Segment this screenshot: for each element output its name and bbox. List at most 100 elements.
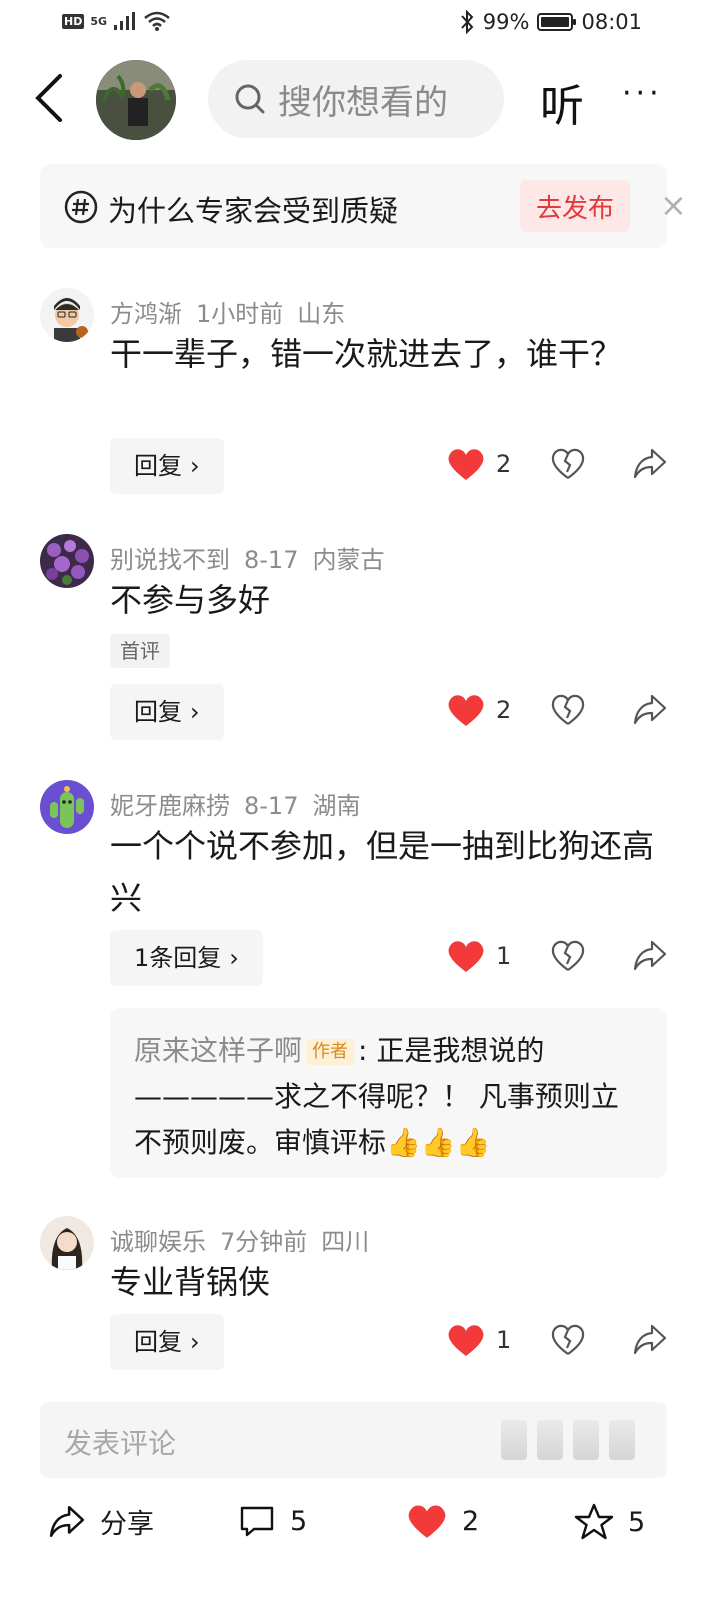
comment-text: 干一辈子，错一次就进去了，谁干？ bbox=[110, 335, 623, 373]
comment-location: 湖南 bbox=[312, 792, 361, 820]
nested-reply[interactable]: 原来这样子啊 作者: 正是我想说的—————求之不得呢？！ 凡事预则立不预则废。审… bbox=[110, 1008, 667, 1178]
commenter-avatar[interactable] bbox=[40, 1216, 94, 1270]
avatar-image bbox=[40, 534, 94, 588]
chevron-right-icon: › bbox=[190, 452, 200, 480]
share-icon[interactable] bbox=[632, 692, 668, 728]
search-bar[interactable]: 搜你想看的 bbox=[208, 60, 504, 138]
emoji-icon[interactable] bbox=[573, 1420, 599, 1460]
emoji-icon[interactable] bbox=[501, 1420, 527, 1460]
back-button[interactable] bbox=[28, 72, 72, 124]
heart-icon bbox=[448, 941, 484, 972]
chevron-right-icon: › bbox=[229, 944, 239, 972]
chevron-right-icon: › bbox=[190, 1328, 200, 1356]
listen-button[interactable]: 听 bbox=[540, 70, 584, 134]
heart-icon bbox=[408, 1505, 446, 1538]
share-label: 分享 bbox=[100, 1509, 154, 1540]
reply-label: 1条回复 bbox=[134, 944, 222, 972]
reply-label: 回复 bbox=[134, 452, 182, 480]
first-comment-badge: 首评 bbox=[110, 634, 170, 668]
favorite-count: 5 bbox=[628, 1506, 646, 1538]
avatar-image bbox=[40, 780, 94, 834]
reply-label: 回复 bbox=[134, 698, 182, 726]
emoji-icon[interactable] bbox=[537, 1420, 563, 1460]
reply-author[interactable]: 原来这样子啊 bbox=[134, 1034, 302, 1067]
battery-icon bbox=[537, 13, 577, 31]
share-icon[interactable] bbox=[632, 446, 668, 482]
commenter-avatar[interactable] bbox=[40, 534, 94, 588]
avatar-image bbox=[96, 60, 176, 140]
share-icon[interactable] bbox=[632, 1322, 668, 1358]
comments-button[interactable]: 5 bbox=[238, 1502, 307, 1540]
hashtag-icon bbox=[64, 190, 98, 224]
commenter-avatar[interactable] bbox=[40, 288, 94, 342]
comment-meta: 方鸿渐 1小时前 山东 bbox=[110, 294, 359, 329]
comment-text: 不参与多好 bbox=[110, 581, 271, 619]
emoji-shortcuts[interactable] bbox=[501, 1420, 635, 1460]
reply-button[interactable]: 回复 › bbox=[110, 684, 224, 740]
comment-location: 四川 bbox=[321, 1228, 370, 1256]
comment-text: 一个个说不参加，但是一抽到比狗还高兴 bbox=[110, 827, 655, 917]
comment-time: 8-17 bbox=[244, 546, 299, 574]
comment-meta: 别说找不到 8-17 内蒙古 bbox=[110, 540, 398, 575]
comment-count: 5 bbox=[290, 1505, 308, 1537]
comment-placeholder: 发表评论 bbox=[64, 1427, 177, 1460]
search-icon bbox=[235, 84, 265, 114]
reply-button[interactable]: 1条回复 › bbox=[110, 930, 263, 986]
commenter-name[interactable]: 诚聊娱乐 bbox=[110, 1228, 206, 1256]
battery-percent: 99% bbox=[482, 10, 530, 34]
like-count: 2 bbox=[496, 696, 512, 724]
close-icon[interactable]: × bbox=[660, 186, 687, 224]
reply-button[interactable]: 回复 › bbox=[110, 438, 224, 494]
commenter-avatar[interactable] bbox=[40, 780, 94, 834]
comment-meta: 妮牙鹿麻捞 8-17 湖南 bbox=[110, 786, 374, 821]
like-button[interactable]: 2 bbox=[446, 692, 511, 728]
reply-button[interactable]: 回复 › bbox=[110, 1314, 224, 1370]
publish-button[interactable]: 去发布 bbox=[520, 180, 630, 232]
search-placeholder: 搜你想看的 bbox=[278, 82, 448, 123]
heart-icon bbox=[448, 449, 484, 480]
commenter-name[interactable]: 妮牙鹿麻捞 bbox=[110, 792, 230, 820]
more-button[interactable]: ··· bbox=[622, 76, 663, 111]
chevron-left-icon bbox=[35, 74, 62, 122]
broken-heart-icon[interactable] bbox=[550, 938, 586, 974]
like-button[interactable]: 1 bbox=[446, 1322, 511, 1358]
comment-input[interactable]: 发表评论 bbox=[40, 1402, 667, 1478]
topic-banner[interactable]: 为什么专家会受到质疑 去发布 × bbox=[40, 164, 687, 248]
emoji-icon[interactable] bbox=[609, 1420, 635, 1460]
favorite-button[interactable]: 5 bbox=[574, 1502, 645, 1542]
hd-badge: HD bbox=[62, 13, 85, 29]
bluetooth-icon bbox=[461, 10, 474, 34]
comment-icon bbox=[240, 1506, 274, 1537]
signal-icon bbox=[114, 12, 136, 30]
share-icon bbox=[49, 1505, 85, 1537]
broken-heart-icon[interactable] bbox=[550, 446, 586, 482]
network-generation: 5G bbox=[90, 14, 108, 28]
commenter-name[interactable]: 方鸿渐 bbox=[110, 300, 182, 328]
commenter-name[interactable]: 别说找不到 bbox=[110, 546, 230, 574]
bottom-action-bar: 分享 5 2 5 bbox=[0, 1490, 720, 1560]
thumbs-up-emoji: 👍 bbox=[386, 1126, 421, 1159]
like-button[interactable]: 2 bbox=[446, 446, 511, 482]
thumbs-up-emoji: 👍 bbox=[455, 1126, 491, 1159]
comment-time: 8-17 bbox=[244, 792, 299, 820]
broken-heart-icon[interactable] bbox=[550, 692, 586, 728]
like-count: 1 bbox=[496, 942, 512, 970]
comment-meta: 诚聊娱乐 7分钟前 四川 bbox=[110, 1222, 383, 1257]
share-icon[interactable] bbox=[632, 938, 668, 974]
like-button[interactable]: 1 bbox=[446, 938, 511, 974]
heart-icon bbox=[448, 1325, 484, 1356]
star-icon bbox=[574, 1503, 614, 1540]
thumbs-up-emoji: 👍 bbox=[420, 1126, 456, 1159]
comment-location: 内蒙古 bbox=[312, 546, 385, 574]
author-avatar[interactable] bbox=[96, 60, 176, 140]
wifi-icon bbox=[144, 11, 170, 31]
comment-location: 山东 bbox=[297, 300, 346, 328]
topic-title: 为什么专家会受到质疑 bbox=[108, 194, 399, 228]
share-button[interactable]: 分享 bbox=[48, 1502, 154, 1541]
clock: 08:01 bbox=[581, 10, 642, 34]
broken-heart-icon[interactable] bbox=[550, 1322, 586, 1358]
like-count: 2 bbox=[496, 450, 512, 478]
reply-label: 回复 bbox=[134, 1328, 182, 1356]
chevron-right-icon: › bbox=[190, 698, 200, 726]
like-button[interactable]: 2 bbox=[406, 1502, 479, 1540]
